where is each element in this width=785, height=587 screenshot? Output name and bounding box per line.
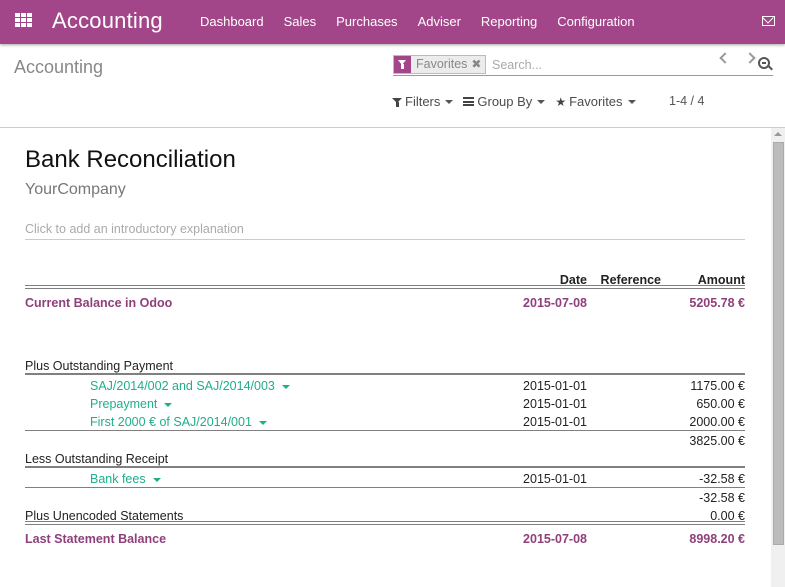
table-row: Bank fees 2015-01-01 -32.58 € xyxy=(25,470,745,488)
star-icon: ★ xyxy=(555,94,567,109)
favorites-dropdown[interactable]: ★ Favorites xyxy=(555,94,636,109)
group-by-dropdown[interactable]: Group By xyxy=(463,94,546,109)
row-date: 2015-01-01 xyxy=(523,397,587,411)
receipt-line-link[interactable]: Bank fees xyxy=(90,470,161,488)
table-row: First 2000 € of SAJ/2014/001 2015-01-01 … xyxy=(25,413,745,431)
current-balance-amount: 5205.78 € xyxy=(689,296,745,310)
facet-label: Favorites xyxy=(416,57,468,71)
remove-facet-icon[interactable]: ✖ xyxy=(471,56,485,73)
table-row: SAJ/2014/002 and SAJ/2014/003 2015-01-01… xyxy=(25,377,745,395)
menu-reporting[interactable]: Reporting xyxy=(471,0,547,44)
main-menu: Dashboard Sales Purchases Adviser Report… xyxy=(190,0,645,44)
caret-down-icon xyxy=(152,477,161,482)
control-panel: Accounting Favorites ✖ Filters Group By … xyxy=(0,44,785,128)
search-facet[interactable]: Favorites ✖ xyxy=(393,55,487,74)
row-amount: 2000.00 € xyxy=(689,415,745,429)
caret-down-icon xyxy=(164,402,173,407)
search-icon[interactable] xyxy=(758,57,770,69)
current-balance-row: Current Balance in Odoo 2015-07-08 5205.… xyxy=(25,294,745,312)
unencoded-statements-label: Plus Unencoded Statements xyxy=(25,509,184,523)
intro-explanation[interactable]: Click to add an introductory explanation xyxy=(25,222,745,240)
company-name: YourCompany xyxy=(25,181,126,198)
row-amount: 650.00 € xyxy=(696,397,745,411)
outstanding-payment-total-row: 3825.00 € xyxy=(25,432,745,450)
list-icon xyxy=(463,97,475,106)
search-options: Filters Group By ★ Favorites xyxy=(392,94,646,109)
menu-purchases[interactable]: Purchases xyxy=(326,0,407,44)
pager-value[interactable]: 1-4 / 4 xyxy=(669,94,704,108)
favorites-label: Favorites xyxy=(569,94,623,109)
last-statement-date: 2015-07-08 xyxy=(523,532,587,546)
apps-grid-icon[interactable] xyxy=(15,13,32,28)
row-amount: 1175.00 € xyxy=(690,379,745,393)
group-by-label: Group By xyxy=(477,94,533,109)
caret-down-icon xyxy=(445,99,454,104)
row-amount: -32.58 € xyxy=(699,472,745,486)
outstanding-receipt-total: -32.58 € xyxy=(699,491,745,505)
report-title: Bank Reconciliation xyxy=(25,146,236,173)
menu-adviser[interactable]: Adviser xyxy=(408,0,471,44)
table-row: Prepayment 2015-01-01 650.00 € xyxy=(25,395,745,413)
envelope-icon[interactable] xyxy=(762,16,775,26)
last-statement-balance-row: Last Statement Balance 2015-07-08 8998.2… xyxy=(25,530,745,548)
search-input[interactable] xyxy=(492,55,742,74)
menu-sales[interactable]: Sales xyxy=(274,0,327,44)
caret-down-icon xyxy=(258,420,267,425)
table-header: Date Reference Amount xyxy=(25,271,745,289)
last-statement-label: Last Statement Balance xyxy=(25,532,167,546)
column-reference: Reference xyxy=(600,273,661,287)
menu-configuration[interactable]: Configuration xyxy=(547,0,644,44)
filter-icon xyxy=(392,97,402,107)
column-date: Date xyxy=(559,273,587,287)
outstanding-payment-total: 3825.00 € xyxy=(689,434,745,448)
outstanding-payment-label: Plus Outstanding Payment xyxy=(25,359,173,373)
caret-down-icon xyxy=(537,99,546,104)
row-date: 2015-01-01 xyxy=(523,472,587,486)
filters-label: Filters xyxy=(405,94,441,109)
scroll-up-arrow-icon[interactable] xyxy=(774,132,782,136)
payment-line-link[interactable]: First 2000 € of SAJ/2014/001 xyxy=(90,413,267,431)
payment-line-link[interactable]: Prepayment xyxy=(90,395,173,413)
outstanding-payment-section: Plus Outstanding Payment xyxy=(25,357,745,375)
caret-down-icon xyxy=(627,99,636,104)
caret-down-icon xyxy=(281,384,290,389)
last-statement-amount: 8998.20 € xyxy=(689,532,745,546)
scrollbar-thumb[interactable] xyxy=(773,142,784,545)
column-amount: Amount xyxy=(697,273,745,287)
app-title: Accounting xyxy=(52,8,163,33)
current-balance-label: Current Balance in Odoo xyxy=(25,296,173,310)
payment-line-label: First 2000 € of SAJ/2014/001 xyxy=(90,415,252,429)
menu-dashboard[interactable]: Dashboard xyxy=(190,0,274,44)
top-navbar: Accounting Dashboard Sales Purchases Adv… xyxy=(0,0,785,44)
outstanding-receipt-total-row: -32.58 € xyxy=(25,489,745,507)
current-balance-date: 2015-07-08 xyxy=(523,296,587,310)
breadcrumb[interactable]: Accounting xyxy=(14,57,103,78)
payment-line-link[interactable]: SAJ/2014/002 and SAJ/2014/003 xyxy=(90,377,290,395)
filters-dropdown[interactable]: Filters xyxy=(392,94,454,109)
payment-line-label: Prepayment xyxy=(90,397,158,411)
row-date: 2015-01-01 xyxy=(523,379,587,393)
outstanding-receipt-section: Less Outstanding Receipt xyxy=(25,450,745,468)
unencoded-statements-amount: 0.00 € xyxy=(710,509,745,523)
filter-icon xyxy=(394,56,411,73)
report-content: Bank Reconciliation YourCompany Click to… xyxy=(0,129,770,587)
payment-line-label: SAJ/2014/002 and SAJ/2014/003 xyxy=(90,379,275,393)
unencoded-statements-row: Plus Unencoded Statements 0.00 € xyxy=(25,507,745,525)
outstanding-receipt-label: Less Outstanding Receipt xyxy=(25,452,169,466)
receipt-line-label: Bank fees xyxy=(90,472,146,486)
row-date: 2015-01-01 xyxy=(523,415,587,429)
search-box: Favorites ✖ xyxy=(393,54,773,76)
